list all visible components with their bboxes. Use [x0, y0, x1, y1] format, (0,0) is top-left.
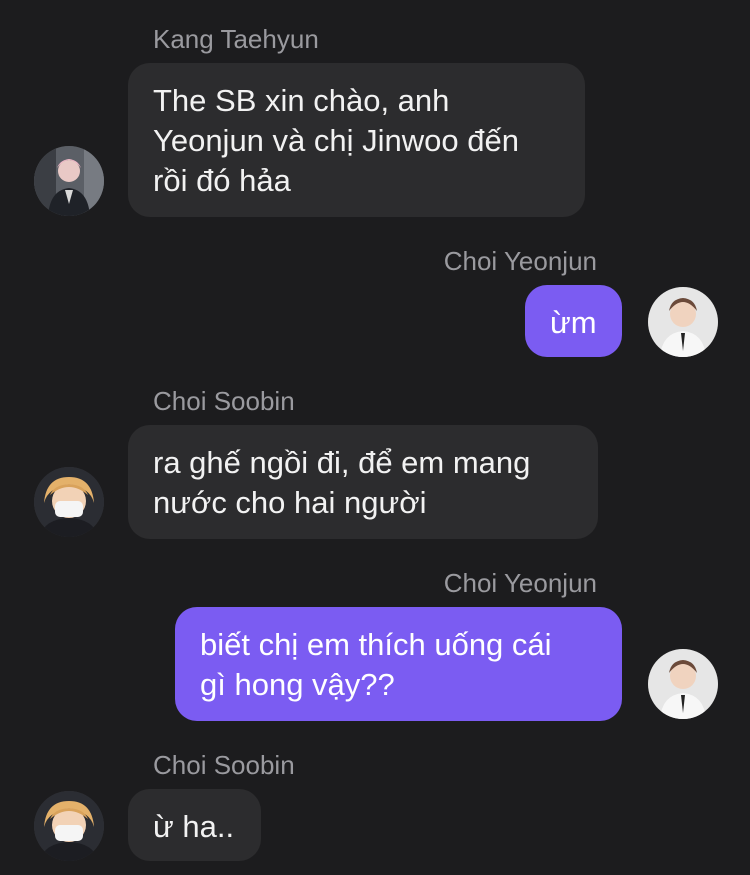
profile-photo-icon: [648, 649, 718, 719]
sender-name: Choi Soobin: [153, 750, 295, 780]
avatar-soobin[interactable]: [34, 467, 104, 537]
message-bubble-incoming[interactable]: ra ghế ngồi đi, để em mang nước cho hai …: [128, 425, 598, 539]
message-bubble-incoming[interactable]: The SB xin chào, anh Yeonjun và chị Jinw…: [128, 63, 585, 217]
sender-name: Kang Taehyun: [153, 24, 319, 54]
avatar-yeonjun[interactable]: [648, 649, 718, 719]
sender-name: Choi Soobin: [153, 386, 295, 416]
message-bubble-outgoing[interactable]: ừm: [525, 285, 622, 357]
chat-thread: Kang Taehyun The SB xin chào, anh Yeonju…: [0, 0, 750, 875]
profile-photo-icon: [34, 467, 104, 537]
message-bubble-incoming[interactable]: ừ ha..: [128, 789, 261, 861]
sender-name: Choi Yeonjun: [443, 568, 597, 598]
profile-photo-icon: [34, 791, 104, 861]
avatar-soobin[interactable]: [34, 791, 104, 861]
profile-photo-icon: [34, 146, 104, 216]
avatar-yeonjun[interactable]: [648, 287, 718, 357]
message-bubble-outgoing[interactable]: biết chị em thích uống cái gì hong vậy??: [175, 607, 622, 721]
profile-photo-icon: [648, 287, 718, 357]
avatar-taehyun[interactable]: [34, 146, 104, 216]
sender-name: Choi Yeonjun: [443, 246, 597, 276]
